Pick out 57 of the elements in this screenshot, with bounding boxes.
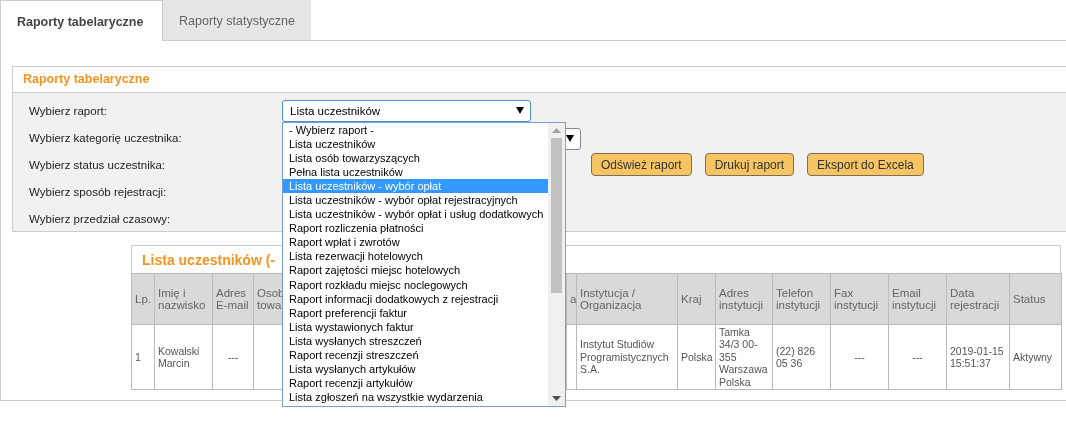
scrollbar[interactable] <box>548 122 565 406</box>
field-label: Wybierz sposób rejestracji: <box>29 185 168 198</box>
dropdown-option[interactable]: Lista uczestników - wybór opłat rejestracyjnych <box>283 192 548 208</box>
table-cell: --- <box>227 350 239 363</box>
field-label: Wybierz status uczestnika: <box>29 158 167 171</box>
dropdown-option[interactable]: Pełna lista uczestników <box>283 164 548 179</box>
action-button[interactable]: Odśwież raport <box>591 153 692 176</box>
column-header: a <box>570 293 577 305</box>
column-header: Kraj <box>681 293 702 305</box>
dropdown-option[interactable]: - Wybierz raport - <box>283 122 548 137</box>
table-cell: Instytut Studiów Programistycznych S.A. <box>580 338 669 376</box>
action-button[interactable]: Drukuj raport <box>704 153 795 176</box>
column-header: Fax instytucji <box>834 287 879 311</box>
scroll-up-icon[interactable] <box>552 127 561 133</box>
caret-icon <box>566 135 574 142</box>
dropdown-option[interactable]: Raport rozliczenia płatności <box>283 221 548 236</box>
dropdown-option[interactable]: Lista rezerwacji hotelowych <box>283 249 548 264</box>
action-button[interactable]: Eksport do Excela <box>807 153 924 176</box>
column-header: Status <box>1013 293 1046 305</box>
field-label: Wybierz raport: <box>29 104 108 117</box>
table-cell: --- <box>912 350 923 363</box>
column-header: Telefon instytucji <box>776 287 821 311</box>
field-label: Wybierz kategorię uczestnika: <box>29 131 183 144</box>
dropdown-option[interactable]: Lista uczestników <box>283 136 548 151</box>
column-header: Lp. <box>135 293 151 305</box>
table-cell: Tamka 34/3 00-355 Warszawa Polska <box>719 325 768 388</box>
dropdown-option[interactable]: Lista wystawionych faktur <box>283 319 548 334</box>
table-cell: 2019-01-15 15:51:37 <box>950 344 1004 369</box>
dropdown-option[interactable]: Lista wysłanych streszczeń <box>283 333 548 348</box>
table-cell: --- <box>854 350 865 363</box>
column-header: Imię i nazwisko <box>158 287 206 311</box>
table-cell: Polska <box>681 350 713 363</box>
dropdown-option[interactable]: Lista zgłoszeń na wszystkie wydarzenia <box>283 390 548 405</box>
dropdown-option[interactable]: Raport recenzji artykułów <box>283 376 548 391</box>
table-cell: Kowalski Marcin <box>158 344 200 369</box>
column-header: Instytucja / Organizacja <box>580 287 642 311</box>
column-header: Adres E-mail <box>216 287 249 311</box>
tab[interactable]: Raporty tabelaryczne <box>0 0 163 41</box>
dropdown-option[interactable]: Lista osób towarzyszących <box>283 150 548 165</box>
dropdown-option[interactable]: Raport preferencji faktur <box>283 305 548 320</box>
dropdown-option[interactable]: Raport recenzji streszczeń <box>283 348 548 363</box>
dropdown-option[interactable]: Raport informacji dodatkowych z rejestracji <box>283 291 548 306</box>
table-cell: Aktywny <box>1013 350 1053 363</box>
column-header: Data rejestracji <box>950 287 1000 311</box>
scroll-down-icon[interactable] <box>552 395 561 401</box>
column-header: Email instytucji <box>892 287 937 311</box>
dropdown-option[interactable]: Raport rozkładu miejsc noclegowych <box>283 277 548 292</box>
tab[interactable]: Raporty statystyczne <box>163 0 311 41</box>
caret-icon <box>516 107 524 114</box>
column-header: Adres instytucji <box>719 287 764 311</box>
dropdown-option[interactable]: Lista uczestników - wybór opłat i usług dodatkowych <box>283 207 548 222</box>
table-cell: (22) 826 05 36 <box>776 344 816 369</box>
dropdown-option[interactable]: Lista wysłanych artykułów <box>283 362 548 377</box>
report-select[interactable]: Lista uczestników <box>282 99 531 122</box>
table-cell: 1 <box>135 350 141 363</box>
panel-title: Raporty tabelaryczne <box>13 67 1066 93</box>
field-label: Wybierz przedział czasowy: <box>29 212 172 225</box>
